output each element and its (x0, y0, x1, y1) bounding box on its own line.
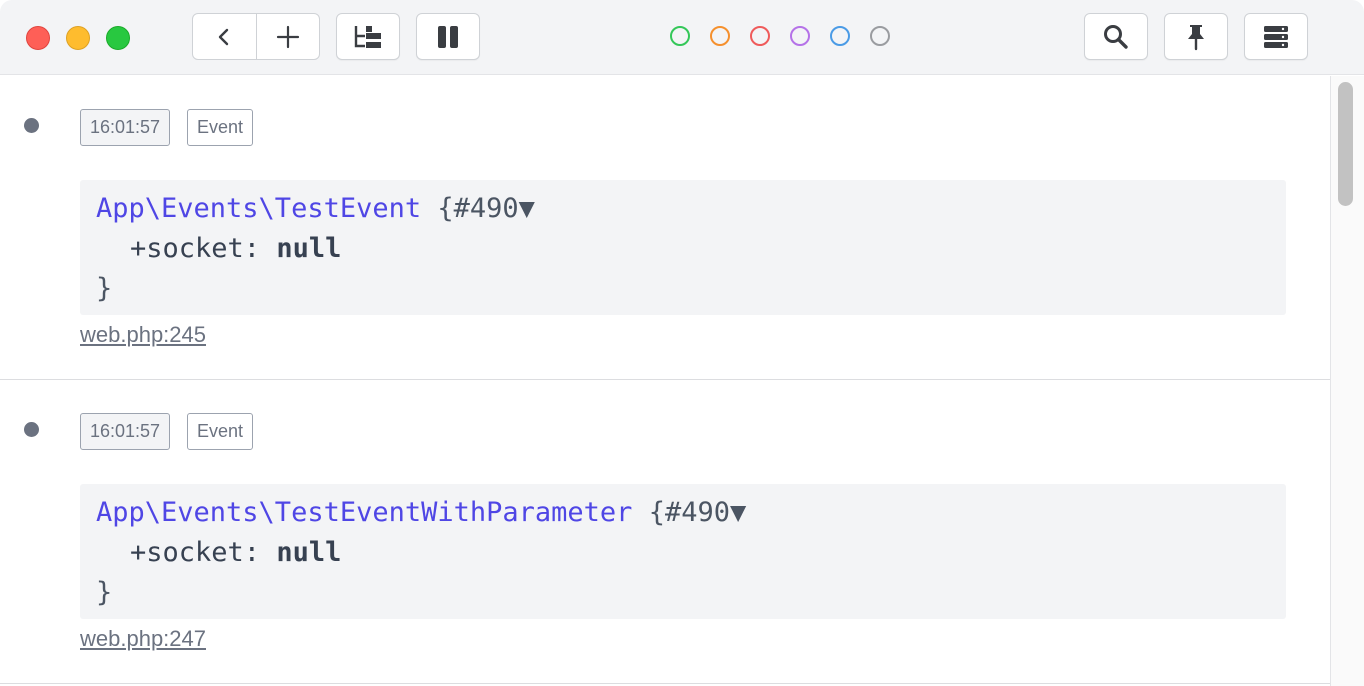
source-file-link[interactable]: web.php:245 (80, 322, 206, 348)
property-name: +socket: (130, 233, 261, 264)
object-toggle[interactable]: {#490▼ (437, 193, 535, 224)
pause-icon (438, 25, 458, 48)
property-value: null (276, 537, 342, 568)
closing-brace: } (96, 273, 113, 304)
closing-brace: } (96, 577, 113, 608)
pause-button[interactable] (416, 13, 480, 60)
nav-button-group (192, 13, 320, 60)
dump-entry: 16:01:57 Event App\Events\TestEvent {#49… (0, 76, 1330, 380)
source-file-link[interactable]: web.php:247 (80, 626, 206, 652)
tree-icon (354, 25, 381, 48)
object-toggle[interactable]: {#490▼ (649, 497, 747, 528)
scrollbar-thumb[interactable] (1338, 82, 1353, 206)
class-name[interactable]: App\Events\TestEventWithParameter (96, 497, 632, 528)
server-icon (1264, 25, 1288, 48)
color-filter-group (670, 26, 910, 46)
entry-bullet-icon (24, 118, 39, 133)
zoom-window-button[interactable] (106, 26, 130, 50)
property-name: +socket: (130, 537, 261, 568)
entry-bullet-icon (24, 422, 39, 437)
chevron-left-icon (219, 28, 229, 45)
timestamp-badge: 16:01:57 (80, 413, 171, 450)
color-filter-orange[interactable] (710, 26, 730, 46)
storage-button[interactable] (1244, 13, 1308, 60)
add-button[interactable] (255, 14, 320, 59)
color-filter-gray[interactable] (870, 26, 890, 46)
color-filter-red[interactable] (750, 26, 770, 46)
minimize-window-button[interactable] (66, 26, 90, 50)
close-window-button[interactable] (26, 26, 50, 50)
dump-code: App\Events\TestEvent {#490▼ +socket: nul… (80, 180, 1286, 315)
scrollbar[interactable] (1330, 76, 1364, 686)
search-button[interactable] (1084, 13, 1148, 60)
color-filter-purple[interactable] (790, 26, 810, 46)
timestamp-badge: 16:01:57 (80, 109, 171, 146)
pin-button[interactable] (1164, 13, 1228, 60)
color-filter-blue[interactable] (830, 26, 850, 46)
type-badge: Event (187, 413, 254, 450)
class-name[interactable]: App\Events\TestEvent (96, 193, 421, 224)
color-filter-green[interactable] (670, 26, 690, 46)
type-badge: Event (187, 109, 254, 146)
pin-icon (1188, 24, 1204, 50)
dump-code: App\Events\TestEventWithParameter {#490▼… (80, 484, 1286, 619)
plus-icon (276, 25, 299, 48)
toolbar (0, 0, 1364, 75)
tree-view-button[interactable] (336, 13, 400, 60)
dump-list: 16:01:57 Event App\Events\TestEvent {#49… (0, 76, 1330, 686)
property-value: null (276, 233, 342, 264)
app-window: 16:01:57 Event App\Events\TestEvent {#49… (0, 0, 1364, 686)
dump-entry: 16:01:57 Event App\Events\TestEventWithP… (0, 380, 1330, 684)
back-button[interactable] (193, 14, 256, 59)
search-icon (1104, 24, 1128, 49)
